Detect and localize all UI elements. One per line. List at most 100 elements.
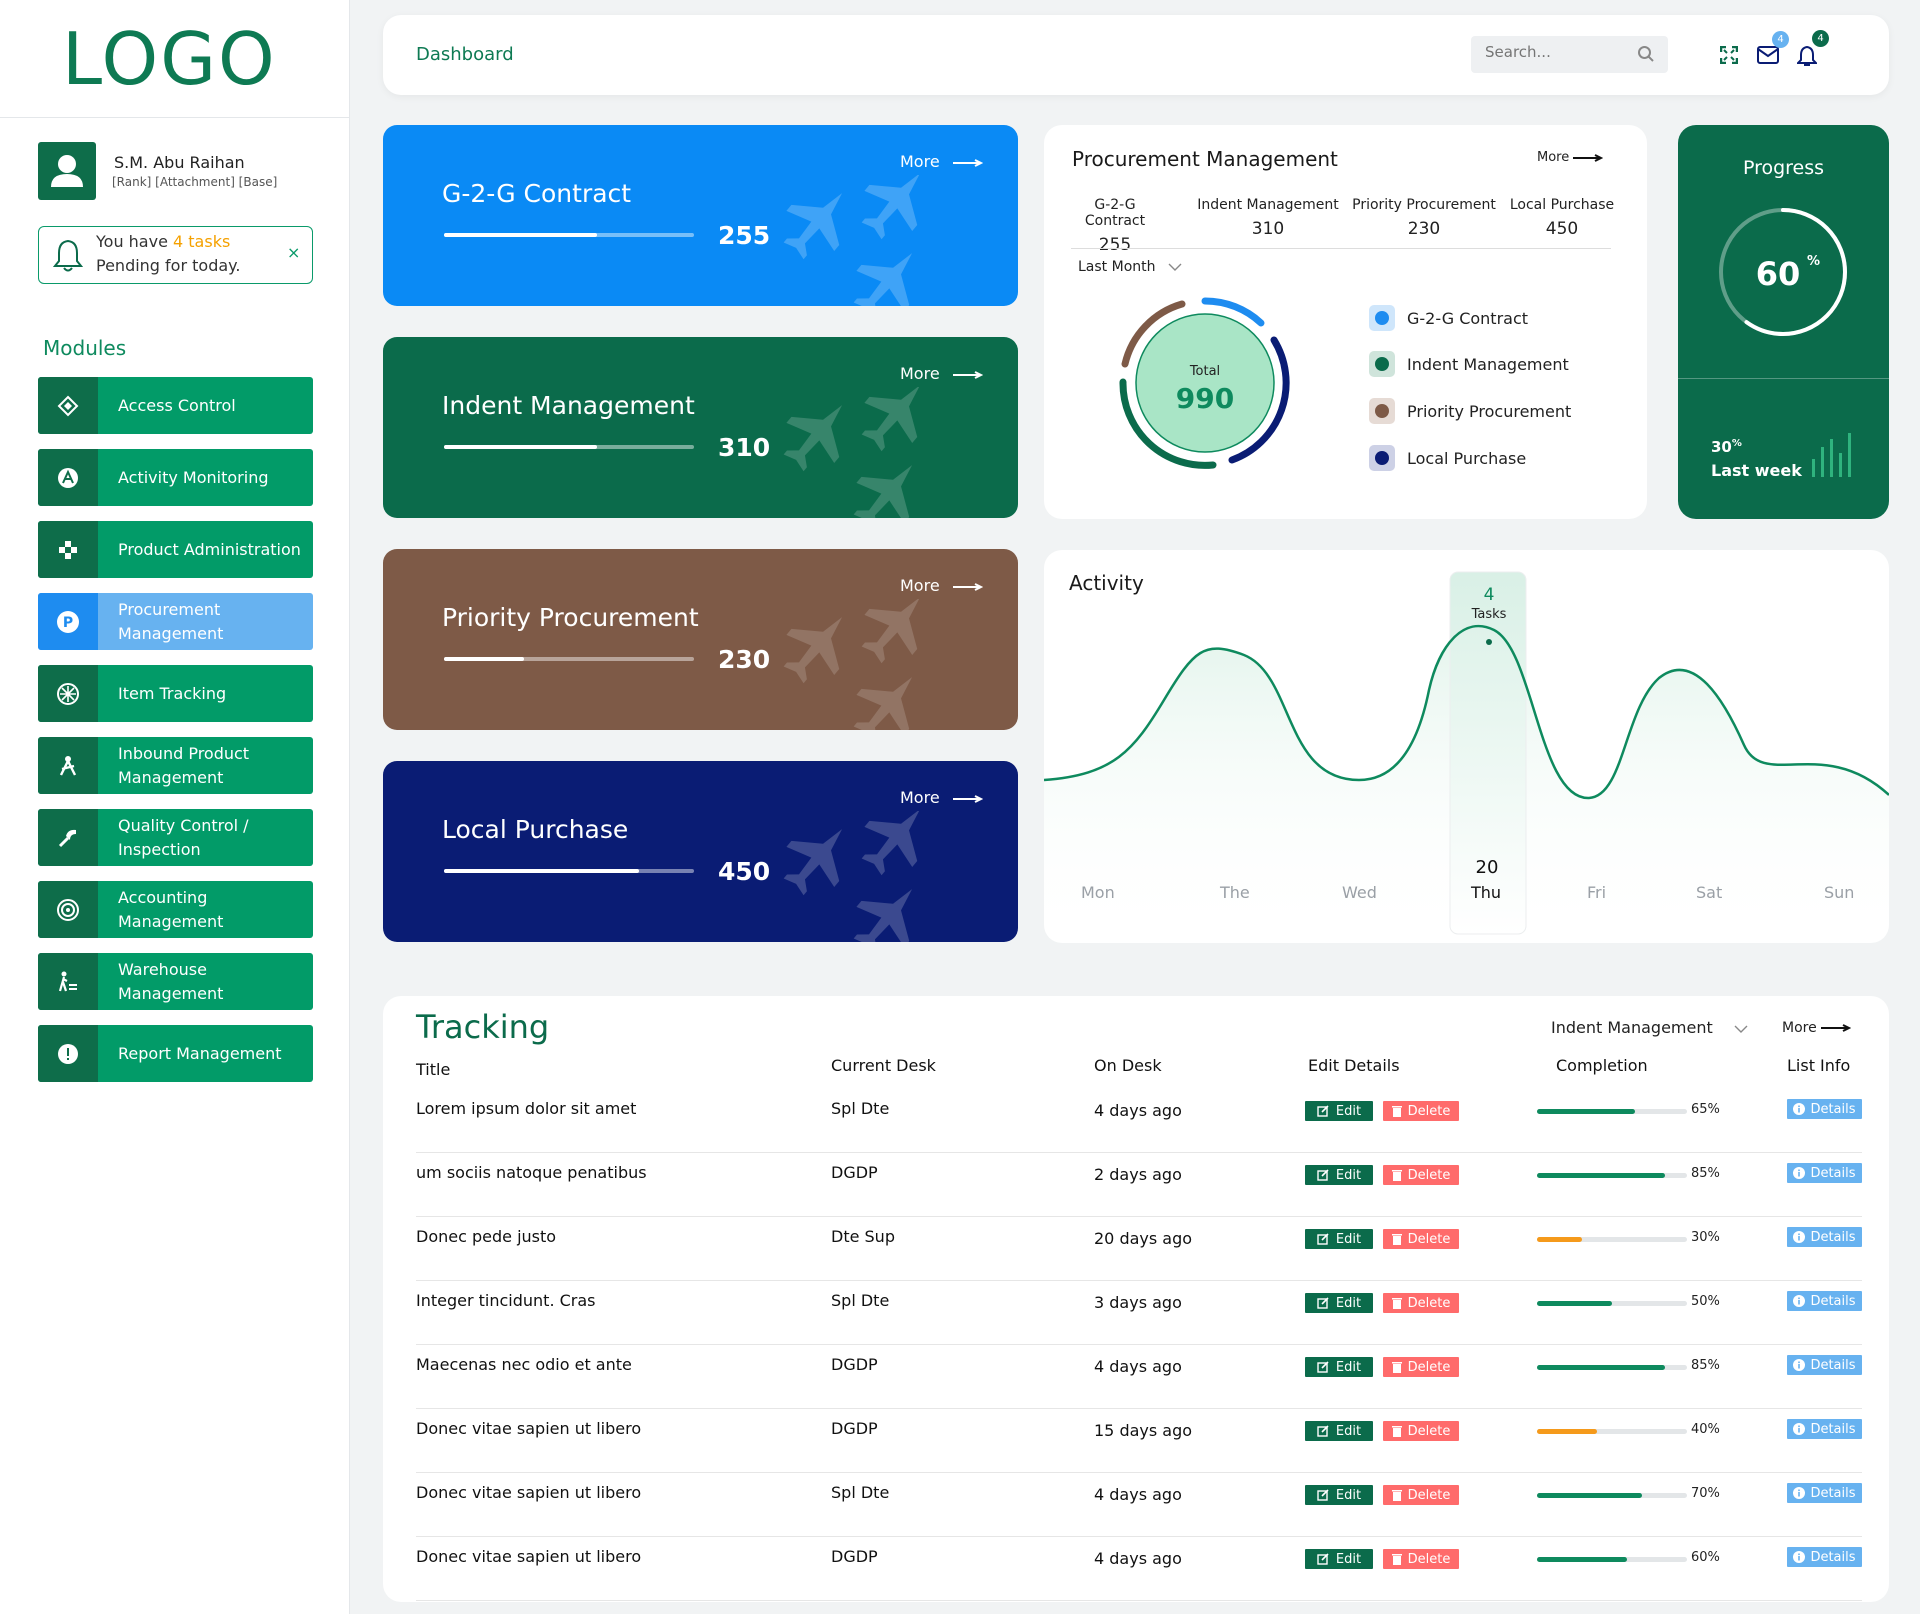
completion-percent: 65%	[1691, 1102, 1720, 1117]
tracking-more-link[interactable]: More	[1782, 1020, 1852, 1036]
procurement-more-link[interactable]: More	[1537, 150, 1604, 165]
delete-button[interactable]: Delete	[1383, 1357, 1459, 1377]
delete-button[interactable]: Delete	[1383, 1101, 1459, 1121]
table-row: Donec vitae sapien ut libero DGDP 4 days a…	[416, 1537, 1862, 1601]
delete-button[interactable]: Delete	[1383, 1421, 1459, 1441]
arrow-right-icon	[952, 794, 984, 803]
edit-button[interactable]: Edit	[1305, 1101, 1373, 1121]
completion-bar	[1537, 1109, 1687, 1114]
table-row: Donec vitae sapien ut libero DGDP 15 days …	[416, 1409, 1862, 1473]
details-button[interactable]: Details	[1787, 1099, 1862, 1119]
edit-button[interactable]: Edit	[1305, 1357, 1373, 1377]
info-icon	[1793, 1103, 1806, 1115]
mail-icon[interactable]	[1757, 46, 1779, 64]
module-warehouse-management[interactable]: Warehouse Management	[38, 953, 313, 1010]
tooltip-value: 4	[1484, 585, 1495, 605]
card-more-link[interactable]: More	[900, 788, 984, 807]
module-label: Warehouse Management	[118, 959, 224, 1003]
edit-button[interactable]: Edit	[1305, 1229, 1373, 1249]
details-button[interactable]: Details	[1787, 1355, 1862, 1375]
edit-button[interactable]: Edit	[1305, 1549, 1373, 1569]
modules-title: Modules	[43, 336, 127, 360]
legend-g2g: G-2-G Contract	[1369, 305, 1528, 331]
info-icon	[1793, 1167, 1806, 1179]
module-activity-monitoring[interactable]: Activity Monitoring	[38, 449, 313, 506]
module-inbound-product-management[interactable]: Inbound Product Management	[38, 737, 313, 794]
proc-col-indent: Indent Management 310	[1197, 197, 1339, 239]
table-row: Donec vitae sapien ut libero Spl Dte 4 day…	[416, 1473, 1862, 1537]
row-current-desk: Spl Dte	[831, 1099, 890, 1118]
card-more-link[interactable]: More	[900, 576, 984, 595]
module-label: Procurement Management	[118, 599, 224, 643]
details-button[interactable]: Details	[1787, 1483, 1862, 1503]
row-current-desk: Spl Dte	[831, 1483, 890, 1502]
card-title: Local Purchase	[442, 815, 629, 844]
module-report-management[interactable]: Report Management	[38, 1025, 313, 1082]
completion-percent: 85%	[1691, 1358, 1720, 1373]
avatar[interactable]	[38, 142, 96, 200]
edit-button[interactable]: Edit	[1305, 1293, 1373, 1313]
legend-local: Local Purchase	[1369, 445, 1526, 471]
tracking-filter-dropdown[interactable]: Indent Management	[1551, 1018, 1748, 1037]
row-title: Donec vitae sapien ut libero	[416, 1419, 642, 1438]
delete-button[interactable]: Delete	[1383, 1229, 1459, 1249]
module-product-administration[interactable]: Product Administration	[38, 521, 313, 578]
details-button[interactable]: Details	[1787, 1227, 1862, 1247]
worker-icon	[38, 953, 98, 1010]
completion-bar	[1537, 1557, 1687, 1562]
search-icon[interactable]	[1637, 45, 1655, 63]
delete-button[interactable]: Delete	[1383, 1485, 1459, 1505]
module-item-tracking[interactable]: Item Tracking	[38, 665, 313, 722]
card-value: 310	[718, 433, 771, 462]
period-dropdown[interactable]: Last Month	[1078, 259, 1182, 275]
tracking-title: Tracking	[416, 1008, 550, 1046]
proc-col-priority: Priority Procurement 230	[1352, 197, 1496, 239]
module-access-control[interactable]: Access Control	[38, 377, 313, 434]
selected-date: 20	[1476, 857, 1499, 878]
details-button[interactable]: Details	[1787, 1291, 1862, 1311]
module-label: Accounting Management	[118, 887, 224, 931]
stat-card[interactable]: More Local Purchase 450	[383, 761, 1018, 942]
compass-icon	[38, 737, 98, 794]
day-label: Sat	[1696, 883, 1723, 902]
edit-icon	[1317, 1233, 1329, 1245]
card-more-link[interactable]: More	[900, 152, 984, 171]
trash-icon	[1391, 1362, 1402, 1373]
module-label: Product Administration	[118, 539, 301, 559]
stat-card[interactable]: More Priority Procurement 230	[383, 549, 1018, 730]
col-current-desk: Current Desk	[831, 1056, 936, 1075]
module-accounting-management[interactable]: Accounting Management	[38, 881, 313, 938]
delete-button[interactable]: Delete	[1383, 1549, 1459, 1569]
notice-highlight: 4 tasks	[173, 232, 231, 251]
edit-button[interactable]: Edit	[1305, 1485, 1373, 1505]
close-notice-button[interactable]: ×	[287, 243, 300, 262]
edit-button[interactable]: Edit	[1305, 1421, 1373, 1441]
module-procurement-management[interactable]: P Procurement Management	[38, 593, 313, 650]
card-more-link[interactable]: More	[900, 364, 984, 383]
details-button[interactable]: Details	[1787, 1547, 1862, 1567]
module-quality-control-inspection[interactable]: Quality Control / Inspection	[38, 809, 313, 866]
alert-icon	[38, 1025, 98, 1082]
delete-button[interactable]: Delete	[1383, 1293, 1459, 1313]
details-button[interactable]: Details	[1787, 1163, 1862, 1183]
table-row: Integer tincidunt. Cras Spl Dte 3 days ago…	[416, 1281, 1862, 1345]
row-current-desk: DGDP	[831, 1163, 878, 1182]
stat-card[interactable]: More G-2-G Contract 255	[383, 125, 1018, 306]
details-button[interactable]: Details	[1787, 1419, 1862, 1439]
edit-button[interactable]: Edit	[1305, 1165, 1373, 1185]
row-title: Donec pede justo	[416, 1227, 557, 1246]
fullscreen-icon[interactable]	[1720, 46, 1738, 64]
jets-icon	[783, 811, 921, 942]
delete-button[interactable]: Delete	[1383, 1165, 1459, 1185]
info-icon	[1793, 1295, 1806, 1307]
card-progress-bar	[444, 869, 694, 873]
logo: LOGO	[0, 0, 350, 118]
row-on-desk: 3 days ago	[1094, 1293, 1182, 1312]
arrow-right-icon	[952, 582, 984, 591]
day-label: Mon	[1081, 883, 1115, 902]
search-input[interactable]	[1485, 43, 1625, 61]
bar-chart-icon	[1812, 433, 1851, 477]
total-label: Total	[1189, 364, 1220, 379]
stat-card[interactable]: More Indent Management 310	[383, 337, 1018, 518]
notification-icon[interactable]	[1797, 45, 1817, 67]
